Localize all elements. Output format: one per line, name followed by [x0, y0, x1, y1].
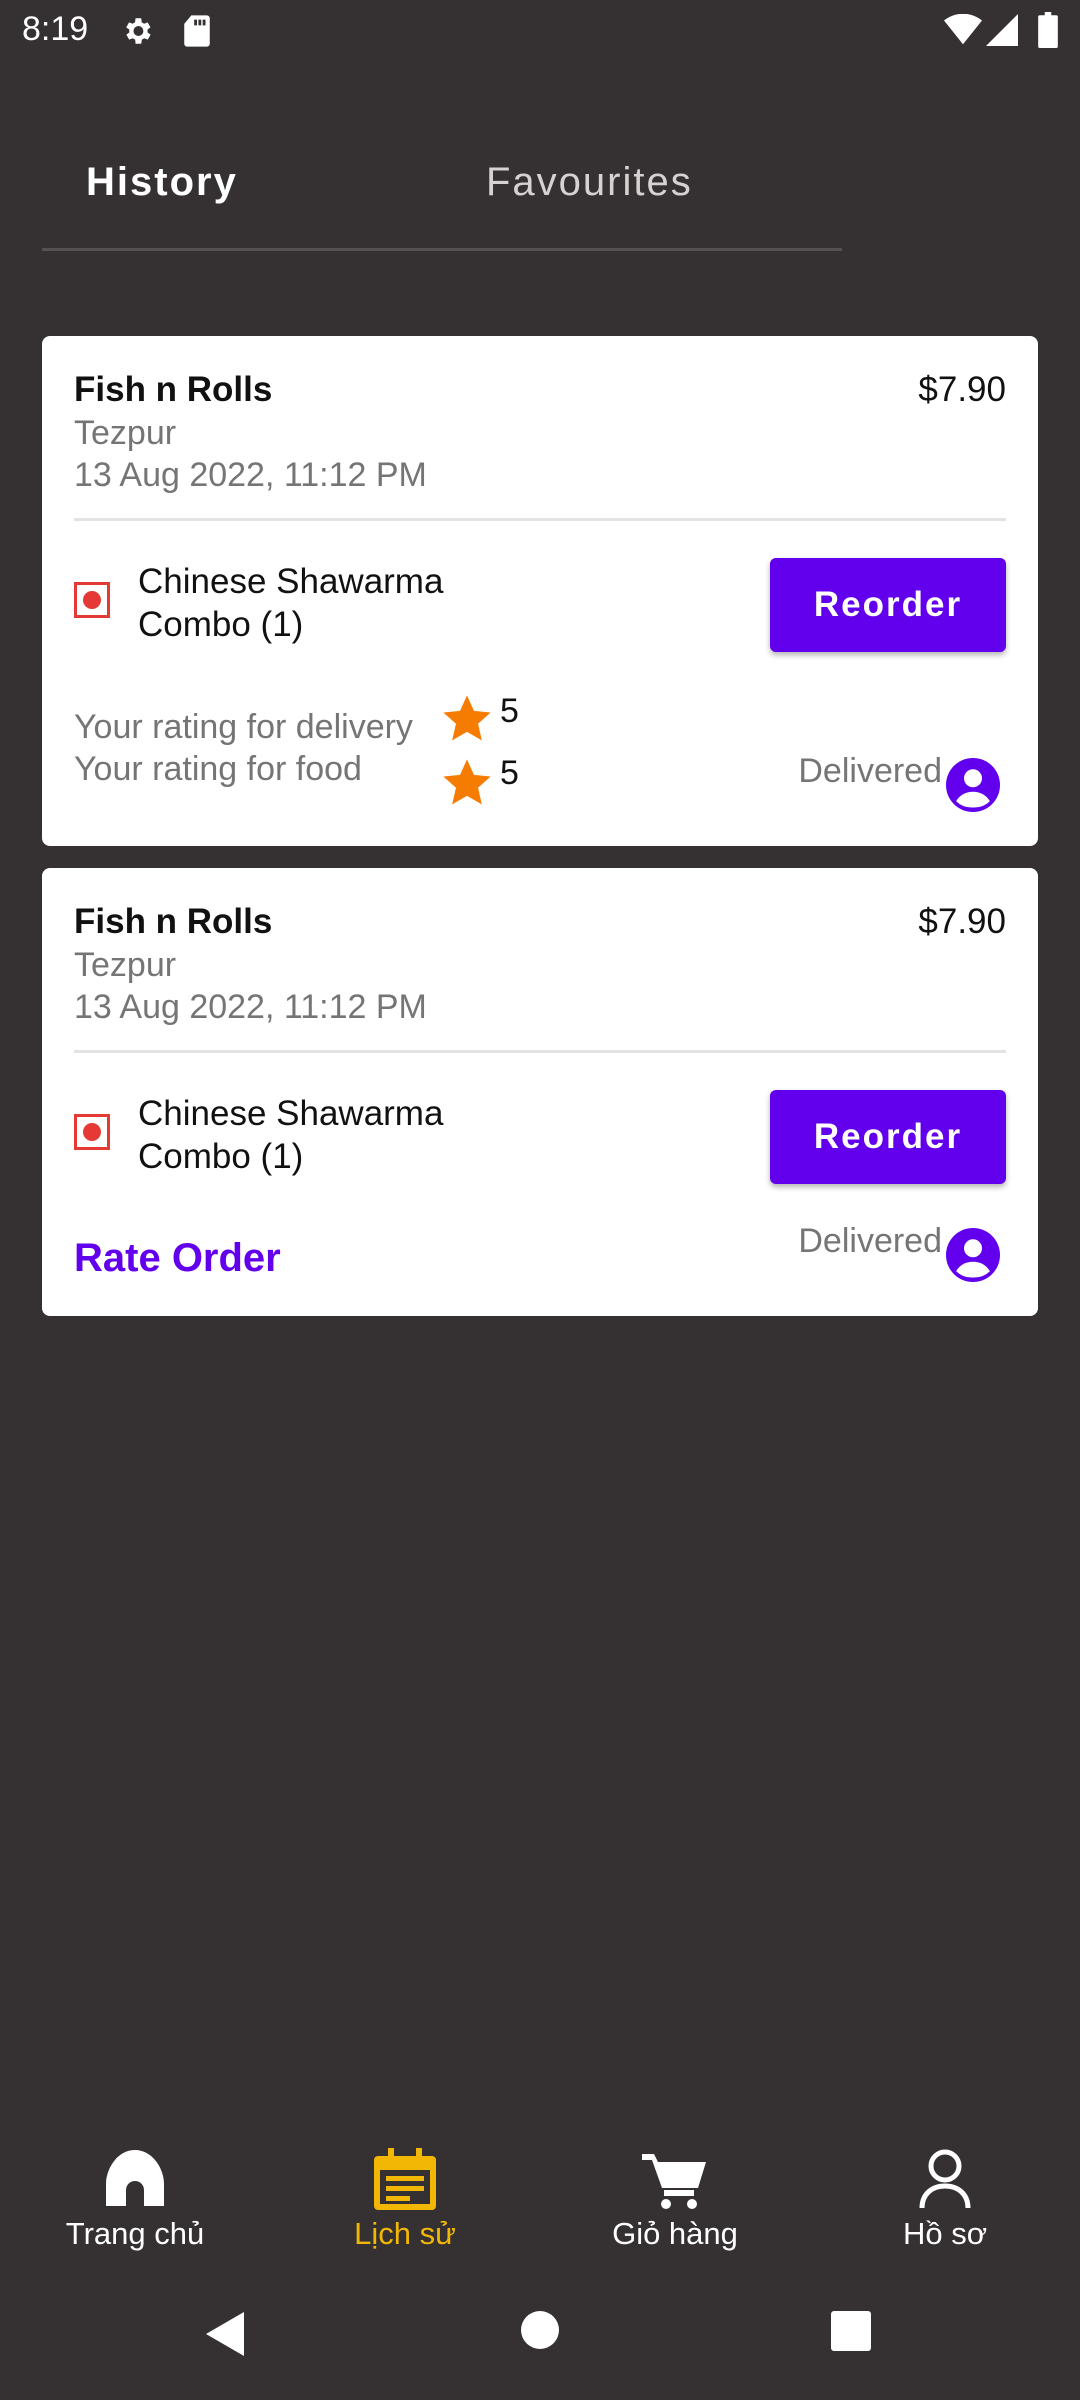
order-price: $7.90	[918, 370, 1006, 409]
veg-marker-icon	[74, 1114, 110, 1150]
cart-icon	[642, 2154, 706, 2209]
bottom-navigation: Trang chủ Lịch sử Giỏ hàng Hồ sơ	[0, 2110, 1080, 2260]
system-navigation	[0, 2290, 1080, 2380]
gear-icon	[126, 18, 151, 44]
food-rating-value: 5	[500, 754, 519, 792]
user-avatar-icon	[946, 1228, 1000, 1282]
nav-label-profile: Hồ sơ	[902, 2216, 988, 2251]
user-avatar-icon	[946, 758, 1000, 812]
reorder-button[interactable]: Reorder	[770, 1090, 1006, 1184]
card-divider	[74, 1050, 1006, 1053]
restaurant-name: Fish n Rolls	[74, 370, 273, 409]
home-circle-icon[interactable]	[520, 2310, 560, 2350]
back-icon[interactable]	[204, 2310, 248, 2358]
order-card[interactable]: Fish n Rolls $7.90 Tezpur 13 Aug 2022, 1…	[42, 868, 1038, 1316]
card-divider	[74, 518, 1006, 521]
wifi-icon	[944, 14, 982, 45]
tab-history[interactable]: History	[86, 160, 238, 205]
profile-icon	[919, 2149, 971, 2209]
rate-order-link[interactable]: Rate Order	[74, 1236, 281, 1281]
order-item: Chinese Shawarma Combo (1)	[138, 1094, 444, 1176]
history-icon	[374, 2148, 436, 2210]
sd-card-icon	[184, 15, 210, 47]
nav-item-cart[interactable]: Giỏ hàng	[540, 2110, 810, 2260]
order-item: Chinese Shawarma Combo (1)	[138, 562, 444, 644]
battery-icon	[1038, 12, 1058, 48]
restaurant-city: Tezpur	[74, 946, 177, 984]
delivery-rating-label: Your rating for delivery	[74, 708, 413, 746]
food-rating-label: Your rating for food	[74, 750, 362, 788]
restaurant-name: Fish n Rolls	[74, 902, 273, 941]
veg-marker-icon	[74, 582, 110, 618]
nav-item-home[interactable]: Trang chủ	[0, 2110, 270, 2260]
nav-item-history[interactable]: Lịch sử	[270, 2110, 540, 2260]
nav-label-history: Lịch sử	[354, 2216, 456, 2251]
order-price: $7.90	[918, 902, 1006, 941]
tab-favourites[interactable]: Favourites	[486, 160, 693, 205]
recents-icon[interactable]	[830, 2310, 872, 2352]
nav-item-profile[interactable]: Hồ sơ	[810, 2110, 1080, 2260]
status-time: 8:19	[22, 10, 89, 48]
nav-label-cart: Giỏ hàng	[612, 2216, 738, 2251]
restaurant-city: Tezpur	[74, 414, 177, 452]
signal-icon	[986, 14, 1018, 46]
delivery-status: Delivered	[798, 1222, 942, 1260]
tabs-divider	[42, 248, 842, 251]
star-icon	[443, 759, 491, 805]
order-card[interactable]: Fish n Rolls $7.90 Tezpur 13 Aug 2022, 1…	[42, 336, 1038, 846]
home-icon	[106, 2150, 164, 2206]
reorder-button[interactable]: Reorder	[770, 558, 1006, 652]
star-icon	[443, 695, 491, 741]
delivery-rating-value: 5	[500, 692, 519, 730]
status-bar: 8:19	[0, 0, 1080, 62]
order-date: 13 Aug 2022, 11:12 PM	[74, 988, 427, 1026]
nav-label-home: Trang chủ	[65, 2216, 205, 2251]
delivery-status: Delivered	[798, 752, 942, 790]
order-date: 13 Aug 2022, 11:12 PM	[74, 456, 427, 494]
